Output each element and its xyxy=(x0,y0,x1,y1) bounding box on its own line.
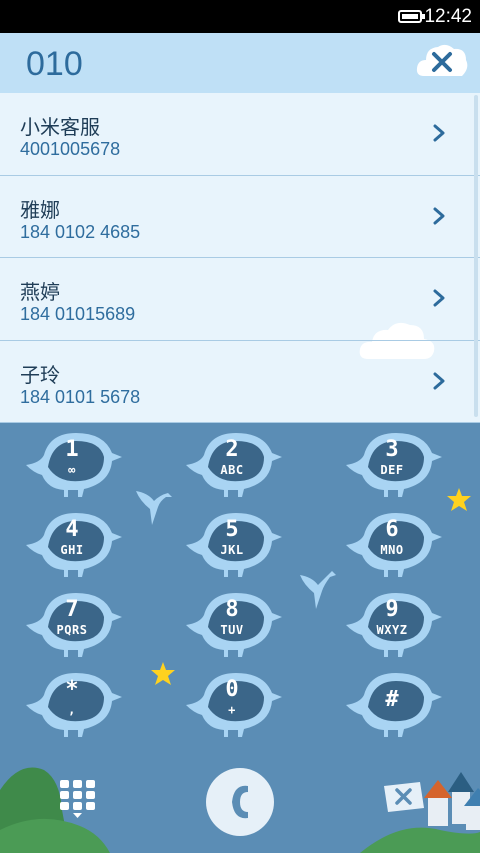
key-digit: # xyxy=(385,687,399,712)
key-1[interactable]: 1 ∞ xyxy=(24,427,124,505)
contact-result-row[interactable]: 燕婷 184 01015689 xyxy=(0,258,480,341)
status-time: 12:42 xyxy=(424,6,472,27)
contact-results: 小米客服 4001005678 雅娜 184 0102 4685 燕婷 184 … xyxy=(0,93,480,423)
chevron-right-icon xyxy=(433,289,445,307)
call-button[interactable] xyxy=(204,766,276,838)
voicemail-icon: ∞ xyxy=(68,463,76,477)
key-7[interactable]: 7 PQRS xyxy=(24,587,124,665)
key-5[interactable]: 5 JKL xyxy=(184,507,284,585)
contact-name: 雅娜 xyxy=(20,197,60,222)
contact-number: 4001005678 xyxy=(20,139,121,159)
dialed-number: 010 xyxy=(26,45,83,83)
key-digit: 6 xyxy=(385,517,399,542)
key-digit: 4 xyxy=(65,517,79,542)
star-icon xyxy=(151,662,175,685)
keypad-grid-icon xyxy=(60,780,95,818)
contact-number: 184 01015689 xyxy=(20,304,136,324)
flying-bird-icon xyxy=(136,491,172,525)
key-letters: ABC xyxy=(220,463,244,477)
key-6[interactable]: 6 MNO xyxy=(344,507,444,585)
key-2[interactable]: 2 ABC xyxy=(184,427,284,505)
key-star[interactable]: * , xyxy=(24,667,124,745)
key-4[interactable]: 4 GHI xyxy=(24,507,124,585)
keypad-toggle-button[interactable] xyxy=(56,776,100,820)
chevron-right-icon xyxy=(433,372,445,389)
key-digit: 3 xyxy=(385,437,399,462)
key-letters: MNO xyxy=(380,543,404,557)
contact-name: 小米客服 xyxy=(20,115,100,139)
key-letters: DEF xyxy=(380,463,404,477)
key-letters: , xyxy=(68,703,76,717)
contact-name: 燕婷 xyxy=(20,280,60,304)
key-digit: * xyxy=(65,677,79,702)
flying-bird-icon xyxy=(300,571,336,609)
key-hash[interactable]: # xyxy=(344,667,444,745)
key-8[interactable]: 8 TUV xyxy=(184,587,284,665)
contact-name: 子玲 xyxy=(20,362,60,387)
contact-result-row[interactable]: 雅娜 184 0102 4685 xyxy=(0,176,480,258)
key-digit: 5 xyxy=(225,517,239,542)
scrollbar[interactable] xyxy=(474,95,478,417)
close-icon xyxy=(416,44,468,76)
battery-icon xyxy=(398,10,425,23)
chevron-right-icon xyxy=(433,207,445,224)
key-9[interactable]: 9 WXYZ xyxy=(344,587,444,665)
key-letters: PQRS xyxy=(56,623,88,637)
key-letters: JKL xyxy=(220,543,244,557)
key-letters: GHI xyxy=(60,543,84,557)
chevron-right-icon xyxy=(433,124,445,142)
contact-number: 184 0101 5678 xyxy=(20,386,141,407)
key-3[interactable]: 3 DEF xyxy=(344,427,444,505)
contact-number: 184 0102 4685 xyxy=(20,221,141,242)
key-letters: + xyxy=(228,703,236,717)
clear-button[interactable] xyxy=(414,38,470,86)
key-digit: 1 xyxy=(65,437,79,462)
key-letters: TUV xyxy=(220,623,244,637)
backspace-icon xyxy=(384,782,424,812)
status-bar: 12:42 xyxy=(0,0,480,33)
key-digit: 9 xyxy=(385,597,399,622)
contact-result-row[interactable]: 子玲 184 0101 5678 xyxy=(0,341,480,423)
key-letters: WXYZ xyxy=(376,623,408,637)
bottom-bar xyxy=(0,750,480,853)
key-digit: 2 xyxy=(225,437,239,462)
star-icon xyxy=(447,488,471,511)
key-digit: 0 xyxy=(225,677,239,702)
key-digit: 7 xyxy=(65,597,79,622)
phone-icon xyxy=(206,768,274,836)
key-0[interactable]: 0 + xyxy=(184,667,284,745)
key-digit: 8 xyxy=(225,597,239,622)
dial-header: 010 xyxy=(0,33,480,93)
contact-result-row[interactable]: 小米客服 4001005678 xyxy=(0,93,480,176)
delete-button[interactable] xyxy=(380,778,426,818)
